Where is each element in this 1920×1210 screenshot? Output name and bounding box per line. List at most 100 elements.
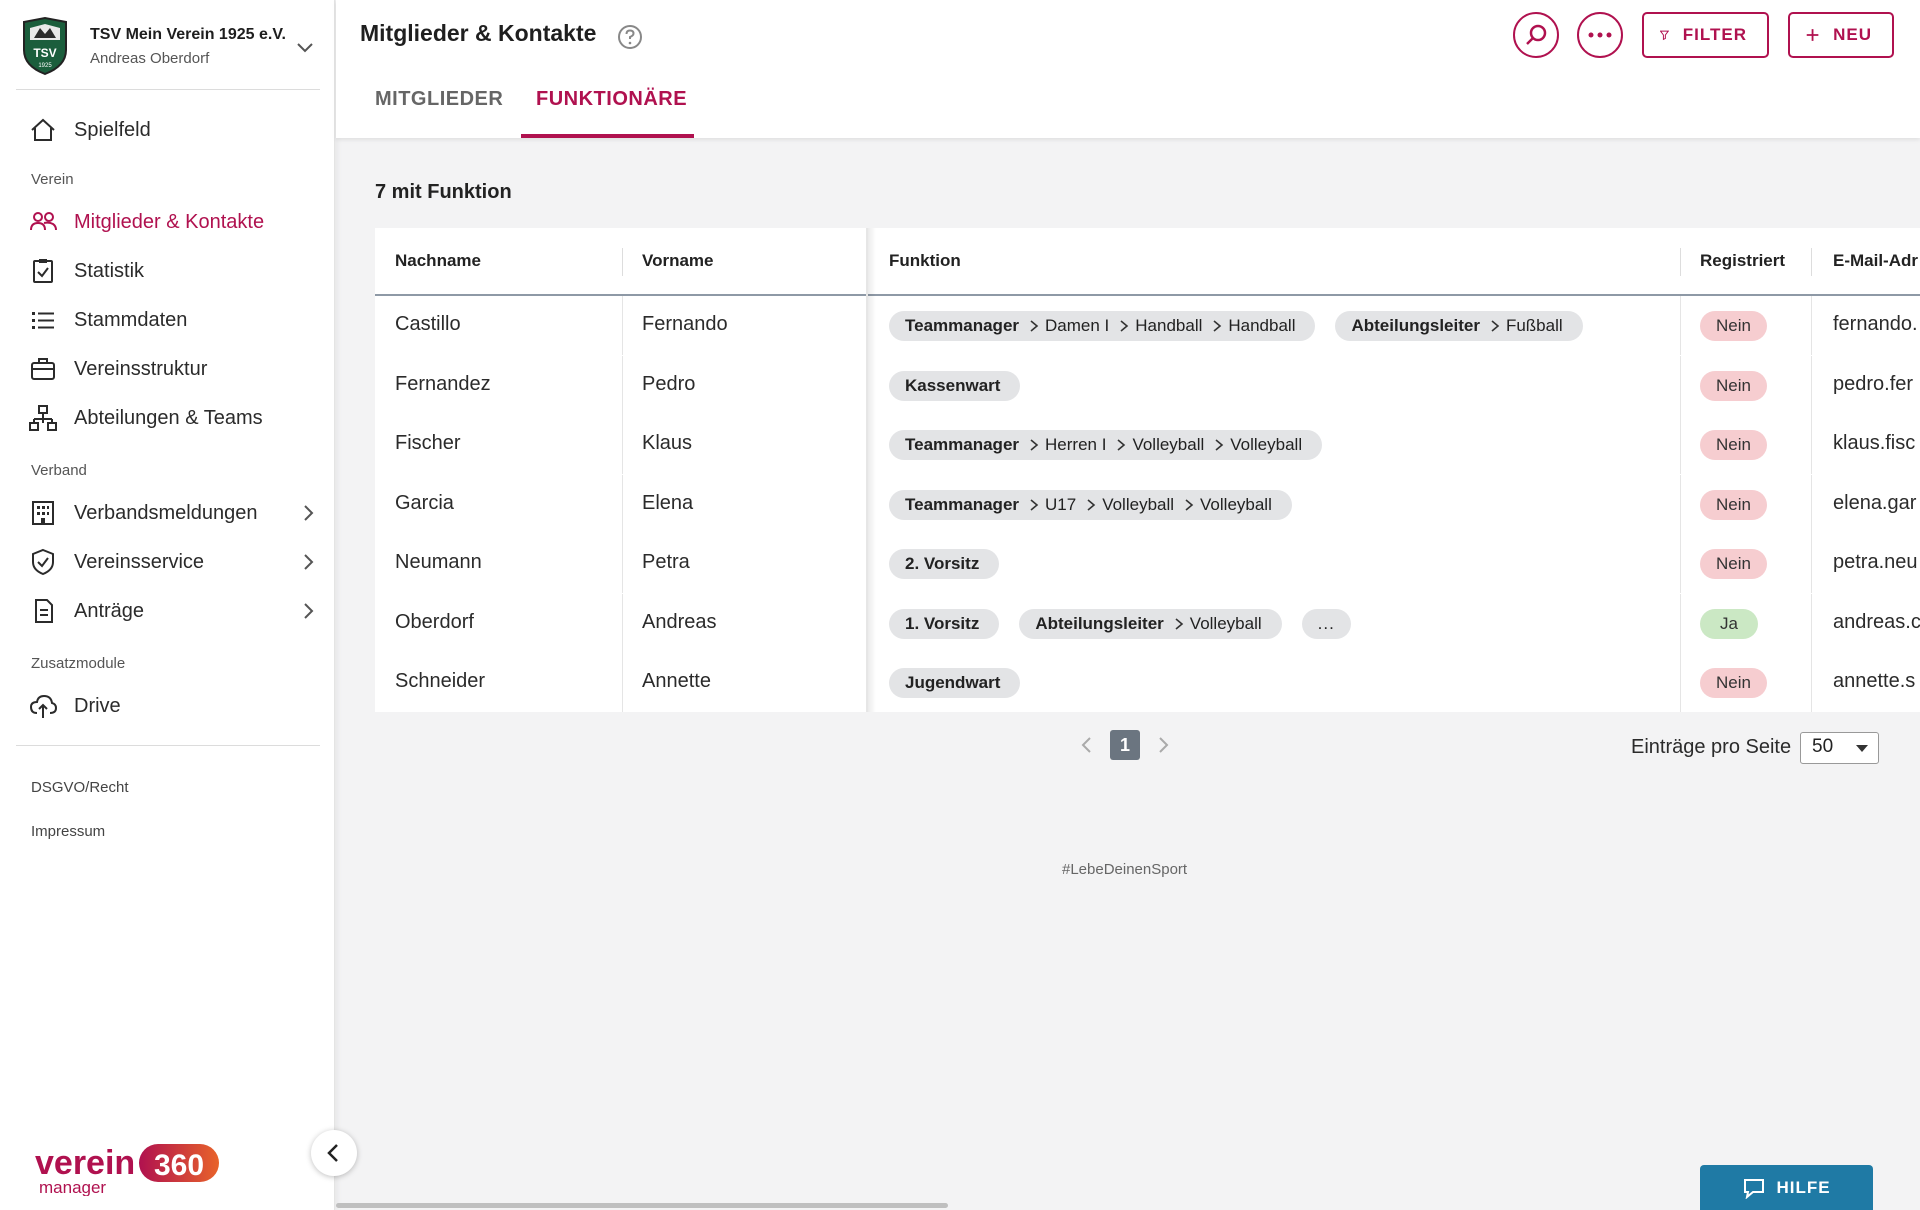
cell-separator	[622, 355, 623, 415]
link-impressum[interactable]: Impressum	[31, 823, 105, 840]
status-badge: Nein	[1700, 430, 1767, 460]
nav-spielfeld[interactable]: Spielfeld	[28, 110, 323, 150]
function-role: Abteilungsleiter	[1035, 613, 1164, 633]
function-chip[interactable]: Teammanager Damen I Handball Handball	[889, 311, 1316, 341]
function-chip[interactable]: 2. Vorsitz	[889, 549, 1000, 579]
link-dsgvo[interactable]: DSGVO/Recht	[31, 779, 129, 796]
function-role: Kassenwart	[905, 375, 1001, 395]
new-button[interactable]: NEU	[1788, 12, 1894, 58]
cell-separator	[1811, 415, 1812, 474]
table-row[interactable]: Castillo Fernando Teammanager Damen I Handba…	[375, 296, 1920, 355]
brand-sub: manager	[39, 1178, 106, 1196]
divider	[16, 89, 320, 90]
table-row[interactable]: Oberdorf Andreas 1. Vorsitz Abteilungsleite…	[375, 593, 1920, 653]
filter-label: FILTER	[1682, 25, 1747, 44]
filter-button[interactable]: FILTER	[1642, 12, 1769, 58]
chevron-right-icon[interactable]	[1156, 735, 1170, 755]
nav-drive[interactable]: Drive	[28, 686, 323, 726]
nav-label: Verbandsmeldungen	[74, 501, 258, 524]
nav-verbandsmeldungen[interactable]: Verbandsmeldungen	[28, 493, 323, 533]
function-chip[interactable]: Teammanager U17 Volleyball Volleyball	[889, 489, 1292, 520]
help-button[interactable]: HILFE	[1700, 1165, 1873, 1210]
cell-funktion: 2. Vorsitz	[889, 549, 1019, 579]
chevron-right-icon	[1215, 439, 1224, 451]
nav-label: Statistik	[74, 259, 145, 282]
nav-label: Spielfeld	[74, 118, 151, 141]
header-funktion[interactable]: Funktion	[889, 251, 961, 271]
tab-funktionaere[interactable]: FUNKTIONÄRE	[536, 88, 687, 111]
search-button[interactable]	[1513, 12, 1559, 58]
nav-mitglieder[interactable]: Mitglieder & Kontakte	[28, 202, 323, 242]
chevron-right-icon	[304, 554, 314, 570]
table-row[interactable]: Schneider Annette Jugendwart Nein annette.s	[375, 653, 1920, 712]
table-row[interactable]: Garcia Elena Teammanager U17 Volleyball Volle…	[375, 474, 1920, 534]
cell-nachname: Fernandez	[395, 372, 491, 395]
shield-check-icon	[32, 548, 54, 576]
function-chip[interactable]: 1. Vorsitz	[889, 608, 1000, 639]
club-logo-year: 1925	[38, 63, 52, 69]
function-path-segment: Volleyball	[1184, 495, 1272, 515]
briefcase-icon	[31, 358, 55, 380]
chevron-left-icon[interactable]	[1080, 735, 1094, 755]
club-logo: TSV 1925	[23, 16, 67, 76]
cell-separator	[622, 653, 623, 712]
tab-mitglieder[interactable]: MITGLIEDER	[375, 88, 503, 111]
function-chip[interactable]: Abteilungsleiter Fußball	[1335, 311, 1583, 341]
collapse-sidebar-button[interactable]	[311, 1130, 357, 1176]
nav-section-verein: Verein	[31, 171, 74, 188]
chevron-right-icon	[1030, 320, 1039, 332]
header-vorname[interactable]: Vorname	[642, 251, 714, 271]
cell-separator	[1811, 296, 1812, 355]
function-role: Teammanager	[905, 316, 1020, 335]
function-chip[interactable]: Kassenwart	[889, 370, 1021, 401]
cell-email: andreas.c	[1833, 610, 1920, 633]
function-chip[interactable]: Teammanager Herren I Volleyball Volleyball	[889, 430, 1323, 460]
nav-vereinsstruktur[interactable]: Vereinsstruktur	[28, 349, 323, 389]
nav-abteilungen[interactable]: Abteilungen & Teams	[28, 398, 323, 438]
table-row[interactable]: Fernandez Pedro Kassenwart Nein pedro.fer	[375, 355, 1920, 415]
cell-separator	[1680, 593, 1681, 653]
per-page-select[interactable]: 50	[1800, 732, 1879, 764]
more-options-button[interactable]	[1577, 12, 1623, 58]
new-label: NEU	[1833, 25, 1872, 44]
nav-label: Vereinsservice	[74, 550, 205, 573]
horizontal-scrollbar[interactable]	[336, 1203, 948, 1208]
brand-word: verein	[35, 1144, 135, 1182]
table-row[interactable]: Neumann Petra 2. Vorsitz Nein petra.neu	[375, 534, 1920, 593]
footer-hashtag: #LebeDeinenSport	[1062, 861, 1188, 878]
function-path-segment: Herren I	[1029, 435, 1106, 455]
list-icon	[32, 312, 54, 329]
header-nachname[interactable]: Nachname	[395, 251, 481, 271]
nav-section-verband: Verband	[31, 462, 87, 479]
cell-separator	[1811, 474, 1812, 534]
chevron-right-icon	[1030, 439, 1039, 451]
page-number-current[interactable]: 1	[1110, 730, 1140, 760]
path-label: Damen I	[1045, 316, 1110, 335]
nav-statistik[interactable]: Statistik	[28, 251, 323, 291]
header-registriert[interactable]: Registriert	[1700, 251, 1785, 271]
nav-vereinsservice[interactable]: Vereinsservice	[28, 542, 323, 582]
pagination: 1	[1080, 730, 1170, 760]
function-chip[interactable]: Abteilungsleiter Volleyball	[1019, 608, 1282, 639]
header-email[interactable]: E-Mail-Adr	[1833, 251, 1918, 271]
chat-bubble-icon	[1744, 1178, 1765, 1199]
column-separator	[1680, 248, 1681, 276]
chevron-right-icon	[1491, 320, 1500, 332]
club-switcher[interactable]: TSV 1925 TSV Mein Verein 1925 e.V. Andre…	[20, 14, 330, 78]
table-row[interactable]: Fischer Klaus Teammanager Herren I Volleybal…	[375, 415, 1920, 474]
per-page-value: 50	[1812, 736, 1834, 757]
path-label: Handball	[1135, 316, 1203, 335]
help-question-icon[interactable]	[617, 24, 643, 50]
cell-email: elena.gar	[1833, 491, 1917, 514]
cell-vorname: Fernando	[642, 313, 728, 335]
functionaries-table: Nachname Vorname Funktion Registriert E-…	[375, 228, 1920, 712]
cell-separator	[1680, 355, 1681, 415]
chevron-right-icon	[304, 603, 314, 619]
chevron-down-icon[interactable]	[294, 36, 316, 58]
path-label: Handball	[1228, 316, 1296, 335]
nav-antraege[interactable]: Anträge	[28, 591, 323, 631]
more-functions-chip[interactable]: ...	[1301, 608, 1351, 639]
cell-separator	[1811, 534, 1812, 593]
nav-stammdaten[interactable]: Stammdaten	[28, 300, 323, 340]
function-chip[interactable]: Jugendwart	[889, 668, 1021, 698]
